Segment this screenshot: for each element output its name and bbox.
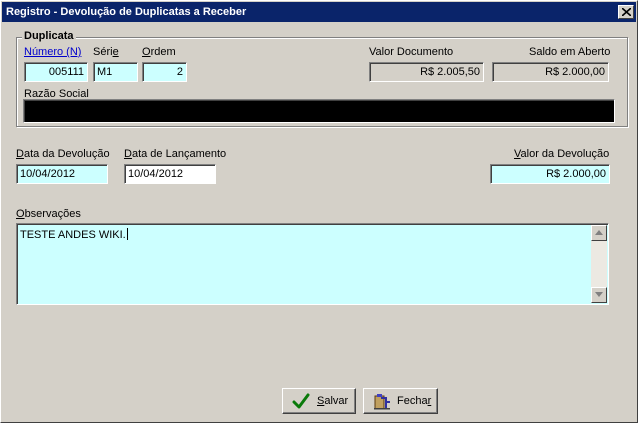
observacoes-text: TESTE ANDES WIKI.: [20, 228, 128, 241]
title-bar: Registro - Devolução de Duplicatas a Rec…: [2, 2, 636, 22]
checkmark-icon: [292, 393, 310, 409]
observacoes-scrollbar[interactable]: [591, 225, 607, 303]
arrow-up-icon: [595, 230, 603, 235]
serie-label: Série: [93, 46, 119, 58]
numero-label[interactable]: Número (N): [24, 46, 81, 58]
close-button[interactable]: [618, 5, 634, 19]
duplicata-group-label: Duplicata: [22, 30, 76, 42]
data-devolucao-field[interactable]: 10/04/2012: [16, 164, 108, 184]
salvar-button[interactable]: Salvar: [282, 388, 356, 414]
scroll-up-button[interactable]: [591, 225, 607, 241]
data-lancamento-label: Data de Lançamento: [124, 148, 227, 160]
salvar-label: Salvar: [317, 395, 349, 407]
valor-devolucao-field[interactable]: R$ 2.000,00: [490, 164, 610, 184]
close-icon: [622, 8, 631, 16]
saldo-aberto-label: Saldo em Aberto: [529, 46, 611, 58]
ordem-field[interactable]: 2: [142, 62, 187, 82]
observacoes-label: Observações: [16, 208, 81, 220]
dialog-window: Registro - Devolução de Duplicatas a Rec…: [0, 0, 638, 423]
fechar-label: Fechar: [397, 395, 432, 407]
razao-social-field: [23, 99, 615, 123]
scroll-down-button[interactable]: [591, 287, 607, 303]
numero-field[interactable]: 005111: [24, 62, 88, 82]
valor-devolucao-label: Valor da Devolução: [514, 148, 610, 160]
valor-documento-label: Valor Documento: [369, 46, 454, 58]
data-devolucao-label: Data da Devolução: [16, 148, 110, 160]
arrow-down-icon: [595, 292, 603, 297]
ordem-label: Ordem: [142, 46, 176, 58]
window-title: Registro - Devolução de Duplicatas a Rec…: [6, 6, 247, 18]
data-lancamento-field[interactable]: 10/04/2012: [124, 164, 216, 184]
fechar-button[interactable]: Fechar: [363, 388, 438, 414]
saldo-aberto-field: R$ 2.000,00: [492, 62, 609, 82]
exit-door-icon: [374, 394, 390, 410]
serie-field[interactable]: M1: [93, 62, 138, 82]
observacoes-textarea[interactable]: TESTE ANDES WIKI.: [16, 223, 609, 305]
valor-documento-field: R$ 2.005,50: [369, 62, 484, 82]
